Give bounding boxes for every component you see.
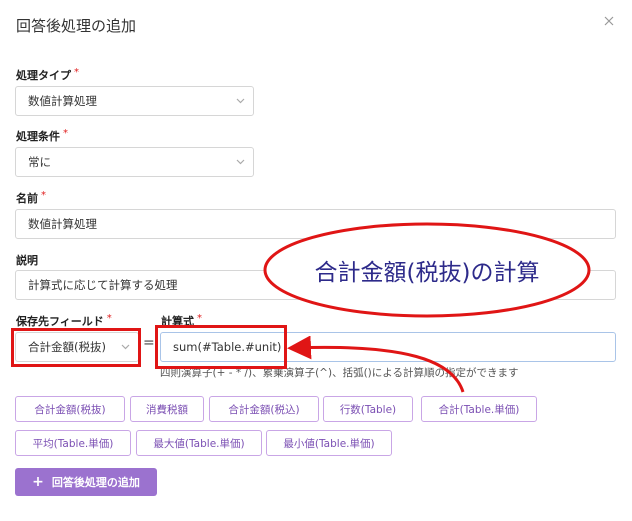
chip-field[interactable]: 消費税額 xyxy=(130,396,204,422)
save-field-select-value: 合計金額(税抜) xyxy=(28,340,106,354)
dialog-title: 回答後処理の追加 xyxy=(16,17,137,35)
required-mark: * xyxy=(197,313,202,324)
formula-label: 計算式 * xyxy=(161,313,202,328)
chevron-down-icon xyxy=(236,98,245,104)
equals-sign: = xyxy=(143,335,155,351)
name-input-value: 数値計算処理 xyxy=(28,217,97,231)
chip-field[interactable]: 合計金額(税抜) xyxy=(15,396,125,422)
type-label: 処理タイプ * xyxy=(16,67,79,82)
chip-field[interactable]: 最小値(Table.単価) xyxy=(266,430,392,456)
formula-input-value: sum(#Table.#unit) xyxy=(173,340,282,354)
annotation-callout: 合計金額(税抜)の計算 xyxy=(263,222,591,318)
add-button-label: 回答後処理の追加 xyxy=(51,476,140,489)
chevron-down-icon xyxy=(236,159,245,165)
required-mark: * xyxy=(63,128,68,139)
close-icon[interactable] xyxy=(602,13,616,27)
type-select[interactable]: 数値計算処理 xyxy=(15,86,254,116)
plus-icon: + xyxy=(32,474,44,490)
condition-label: 処理条件 * xyxy=(16,128,68,143)
chip-field[interactable]: 合計金額(税込) xyxy=(209,396,319,422)
chip-field[interactable]: 行数(Table) xyxy=(323,396,413,422)
annotation-callout-text: 合計金額(税抜)の計算 xyxy=(314,260,540,286)
chip-field[interactable]: 最大値(Table.単価) xyxy=(136,430,262,456)
description-input-value: 計算式に応じて計算する処理 xyxy=(28,278,178,292)
type-select-value: 数値計算処理 xyxy=(28,94,97,108)
chevron-down-icon xyxy=(121,344,130,350)
save-field-label: 保存先フィールド * xyxy=(16,313,112,328)
name-label: 名前 * xyxy=(16,190,46,205)
required-mark: * xyxy=(41,190,46,201)
required-mark: * xyxy=(74,67,79,78)
annotation-arrow xyxy=(287,336,465,393)
condition-select[interactable]: 常に xyxy=(15,147,254,177)
required-mark: * xyxy=(106,313,112,324)
add-post-process-button[interactable]: + 回答後処理の追加 xyxy=(15,468,157,496)
chip-field[interactable]: 平均(Table.単価) xyxy=(15,430,131,456)
description-label: 説明 xyxy=(16,254,38,267)
save-field-select[interactable]: 合計金額(税抜) xyxy=(15,332,139,362)
condition-select-value: 常に xyxy=(28,155,51,169)
chip-field[interactable]: 合計(Table.単価) xyxy=(421,396,537,422)
